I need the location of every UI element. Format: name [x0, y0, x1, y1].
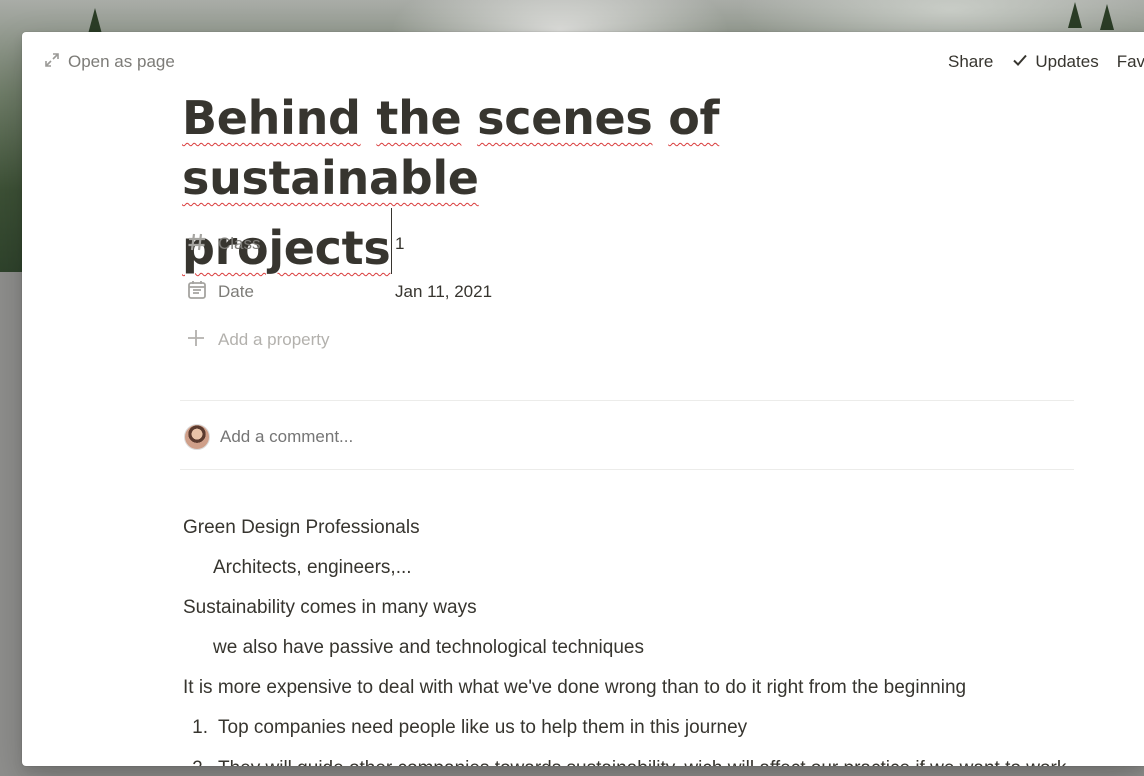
list-item-text: Top companies need people like us to hel… — [218, 717, 748, 738]
hash-icon — [186, 231, 208, 258]
tree-silhouette — [1068, 2, 1082, 28]
tree-silhouette — [88, 8, 102, 34]
expand-icon — [44, 52, 60, 73]
favorite-button[interactable]: Fav — [1117, 52, 1144, 72]
page-body: Green Design Professionals Architects, e… — [183, 514, 1083, 766]
comment-row — [184, 422, 620, 452]
property-label-class[interactable]: Class — [186, 228, 261, 260]
text-block[interactable]: Architects, engineers,... — [183, 554, 1083, 594]
text-block[interactable]: Green Design Professionals — [183, 514, 1083, 554]
share-button[interactable]: Share — [948, 52, 993, 72]
property-value-class[interactable]: 1 — [395, 228, 404, 260]
list-number: 2. — [183, 754, 218, 766]
title-word: sustainable — [182, 151, 479, 205]
list-item-text: They will guide other companies towards … — [218, 754, 1078, 766]
page-content: Behind the scenes of sustainable project… — [180, 88, 1082, 766]
modal-topbar: Open as page Share Updates Fav — [22, 32, 1144, 92]
list-item[interactable]: 1. Top companies need people like us to … — [183, 714, 1083, 754]
add-property-row: Add a property — [182, 324, 1082, 372]
title-word: of — [668, 91, 720, 145]
property-row-class: Class 1 — [182, 228, 1082, 276]
title-word: Behind — [182, 91, 361, 145]
checkmark-icon — [1011, 51, 1029, 74]
add-property-button[interactable]: Add a property — [186, 324, 330, 356]
divider — [180, 469, 1074, 470]
property-name: Class — [218, 234, 261, 253]
property-row-date: Date Jan 11, 2021 — [182, 276, 1082, 324]
text-block[interactable]: It is more expensive to deal with what w… — [183, 674, 1083, 714]
open-as-page-label: Open as page — [68, 52, 175, 71]
page-peek-modal: Open as page Share Updates Fav Behind th… — [22, 32, 1144, 766]
property-name: Date — [218, 282, 254, 301]
title-word: scenes — [477, 91, 653, 145]
calendar-icon — [186, 279, 208, 306]
divider — [180, 400, 1074, 401]
property-label-date[interactable]: Date — [186, 276, 254, 308]
properties-section: Class 1 Date Jan 11, 2021 Add a property — [182, 228, 1082, 372]
topbar-actions: Share Updates Fav — [948, 50, 1144, 74]
property-value-date[interactable]: Jan 11, 2021 — [395, 276, 492, 308]
text-block[interactable]: we also have passive and technological t… — [183, 634, 1083, 674]
text-block[interactable]: Sustainability comes in many ways — [183, 594, 1083, 634]
tree-silhouette — [1100, 4, 1114, 30]
comment-input[interactable] — [220, 427, 620, 447]
updates-button[interactable]: Updates — [1011, 51, 1099, 74]
updates-label: Updates — [1035, 52, 1099, 71]
avatar — [184, 424, 210, 450]
list-number: 1. — [192, 717, 208, 738]
open-as-page-button[interactable]: Open as page — [44, 50, 175, 74]
title-word: the — [376, 91, 462, 145]
plus-icon — [186, 328, 206, 353]
list-item[interactable]: 2. They will guide other companies towar… — [183, 754, 1083, 766]
add-property-label: Add a property — [218, 330, 330, 349]
